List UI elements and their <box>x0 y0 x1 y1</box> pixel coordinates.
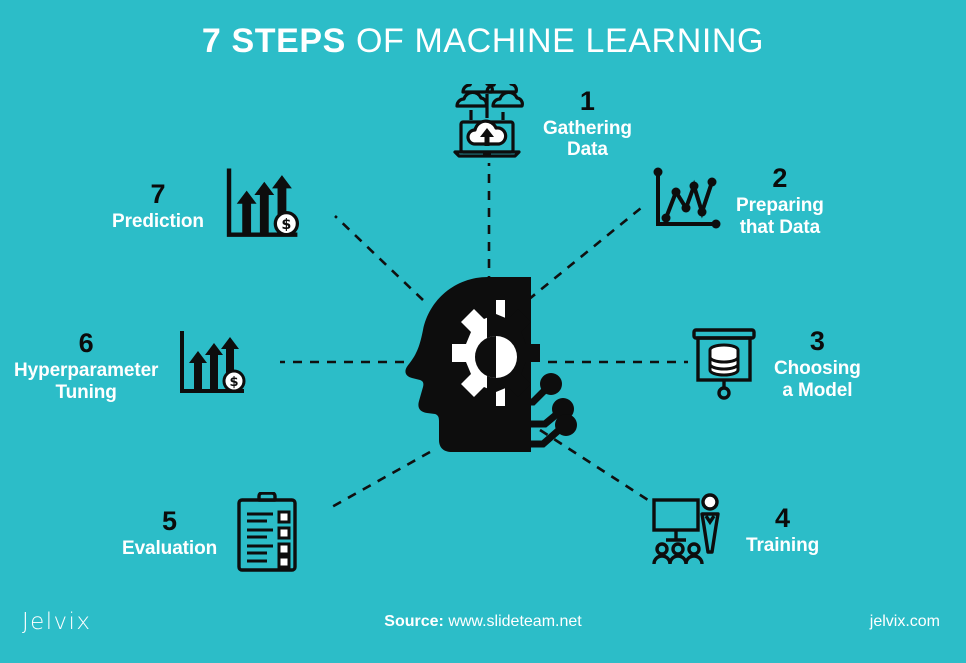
step-3-number: 3 <box>809 326 825 356</box>
step-5-evaluation[interactable]: 5 Evaluation <box>122 492 301 574</box>
source-url[interactable]: www.slideteam.net <box>448 613 581 630</box>
step-2-preparing-data[interactable]: 2 Preparing that Data <box>646 163 824 238</box>
growth-arrows-coin-icon: $ <box>226 168 299 237</box>
growth-arrows-coin-icon: $ <box>180 331 246 394</box>
svg-text:$: $ <box>281 217 291 233</box>
step-4-number: 4 <box>775 503 791 534</box>
line-chart-icon <box>653 167 721 229</box>
step-2-text: 2 Preparing that Data <box>736 163 824 238</box>
step-7-label: Prediction <box>112 211 204 233</box>
connector-to-step5 <box>329 450 431 510</box>
infographic-poster: 7 STEPS OF MACHINE LEARNING 1 Gathering … <box>0 0 966 663</box>
step-1-number: 1 <box>579 85 595 116</box>
step-7-number: 7 <box>150 179 166 210</box>
head-gear-circuit-icon <box>405 277 577 452</box>
source-credit: Source: www.slideteam.net <box>0 613 966 631</box>
step-2-label: Preparing that Data <box>736 195 824 238</box>
website-link[interactable]: jelvix.com <box>870 613 940 631</box>
presentation-database-icon <box>692 328 756 401</box>
step-6-text: 6 Hyperparameter Tuning <box>14 328 158 403</box>
step-5-label: Evaluation <box>122 538 218 560</box>
step-1-gathering-data[interactable]: 1 Gathering Data <box>447 84 632 162</box>
step-3-choosing-model[interactable]: 3 Choosing a Model <box>688 326 861 401</box>
step-6-number: 6 <box>78 328 94 358</box>
step-1-text: 1 Gathering Data <box>543 86 632 161</box>
step-1-label: Gathering Data <box>543 117 632 161</box>
step-4-text: 4 Training <box>746 503 819 557</box>
step-3-label: Choosing a Model <box>774 358 861 401</box>
step-7-prediction[interactable]: $ 7 Prediction <box>112 166 304 246</box>
step-6-label: Hyperparameter Tuning <box>14 360 159 403</box>
svg-text:$: $ <box>230 375 239 390</box>
step-4-training[interactable]: 4 Training <box>648 492 819 568</box>
footer: Jelvix Source: www.slideteam.net jelvix.… <box>0 601 966 663</box>
step-6-hyperparameter-tuning[interactable]: $ 6 Hyperparameter Tuning <box>14 328 250 403</box>
source-label: Source: <box>384 613 444 630</box>
step-2-number: 2 <box>772 163 788 193</box>
step-7-text: 7 Prediction <box>112 179 204 233</box>
step-5-text: 5 Evaluation <box>122 506 217 560</box>
clipboard-checklist-icon <box>237 492 297 572</box>
step-5-number: 5 <box>162 506 178 537</box>
step-4-label: Training <box>746 535 820 557</box>
step-3-text: 3 Choosing a Model <box>774 326 861 401</box>
whiteboard-teacher-audience-icon <box>652 493 720 565</box>
cloud-upload-laptop-icon <box>453 84 524 158</box>
